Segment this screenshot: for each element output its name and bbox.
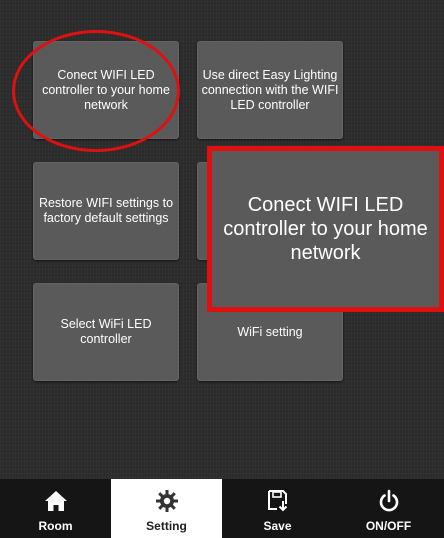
tile-label: Use direct Easy Lighting connection with…	[201, 67, 339, 112]
highlight-ellipse	[12, 30, 180, 152]
select-wifi-led-controller-button[interactable]: Select WiFi LED controller	[33, 283, 179, 381]
tab-room[interactable]: Room	[0, 479, 111, 538]
direct-easy-lighting-button[interactable]: Use direct Easy Lighting connection with…	[197, 41, 343, 139]
callout-label: Conect WIFI LED controller to your home …	[223, 194, 428, 264]
bottom-tab-bar: Room Setting Save ON/OFF	[0, 479, 444, 538]
gear-icon	[155, 490, 178, 512]
save-disk-icon	[267, 490, 287, 512]
restore-factory-settings-button[interactable]: Restore WIFI settings to factory default…	[33, 162, 179, 260]
tab-setting[interactable]: Setting	[111, 479, 222, 538]
tile-label: Restore WIFI settings to factory default…	[38, 196, 174, 225]
home-icon	[44, 491, 67, 511]
tile-label: Select WiFi LED controller	[60, 317, 152, 346]
tab-on-off[interactable]: ON/OFF	[333, 479, 444, 538]
zoom-callout: Conect WIFI LED controller to your home …	[207, 146, 444, 312]
tab-label: Save	[263, 519, 292, 533]
tab-label: Setting	[146, 519, 187, 533]
tab-label: ON/OFF	[365, 519, 412, 533]
tab-label: Room	[38, 519, 73, 533]
settings-screen: Conect WIFI LED controller to your home …	[0, 0, 444, 538]
power-icon	[379, 489, 398, 512]
tile-label: WiFi setting	[237, 324, 303, 339]
tab-save[interactable]: Save	[222, 479, 333, 538]
